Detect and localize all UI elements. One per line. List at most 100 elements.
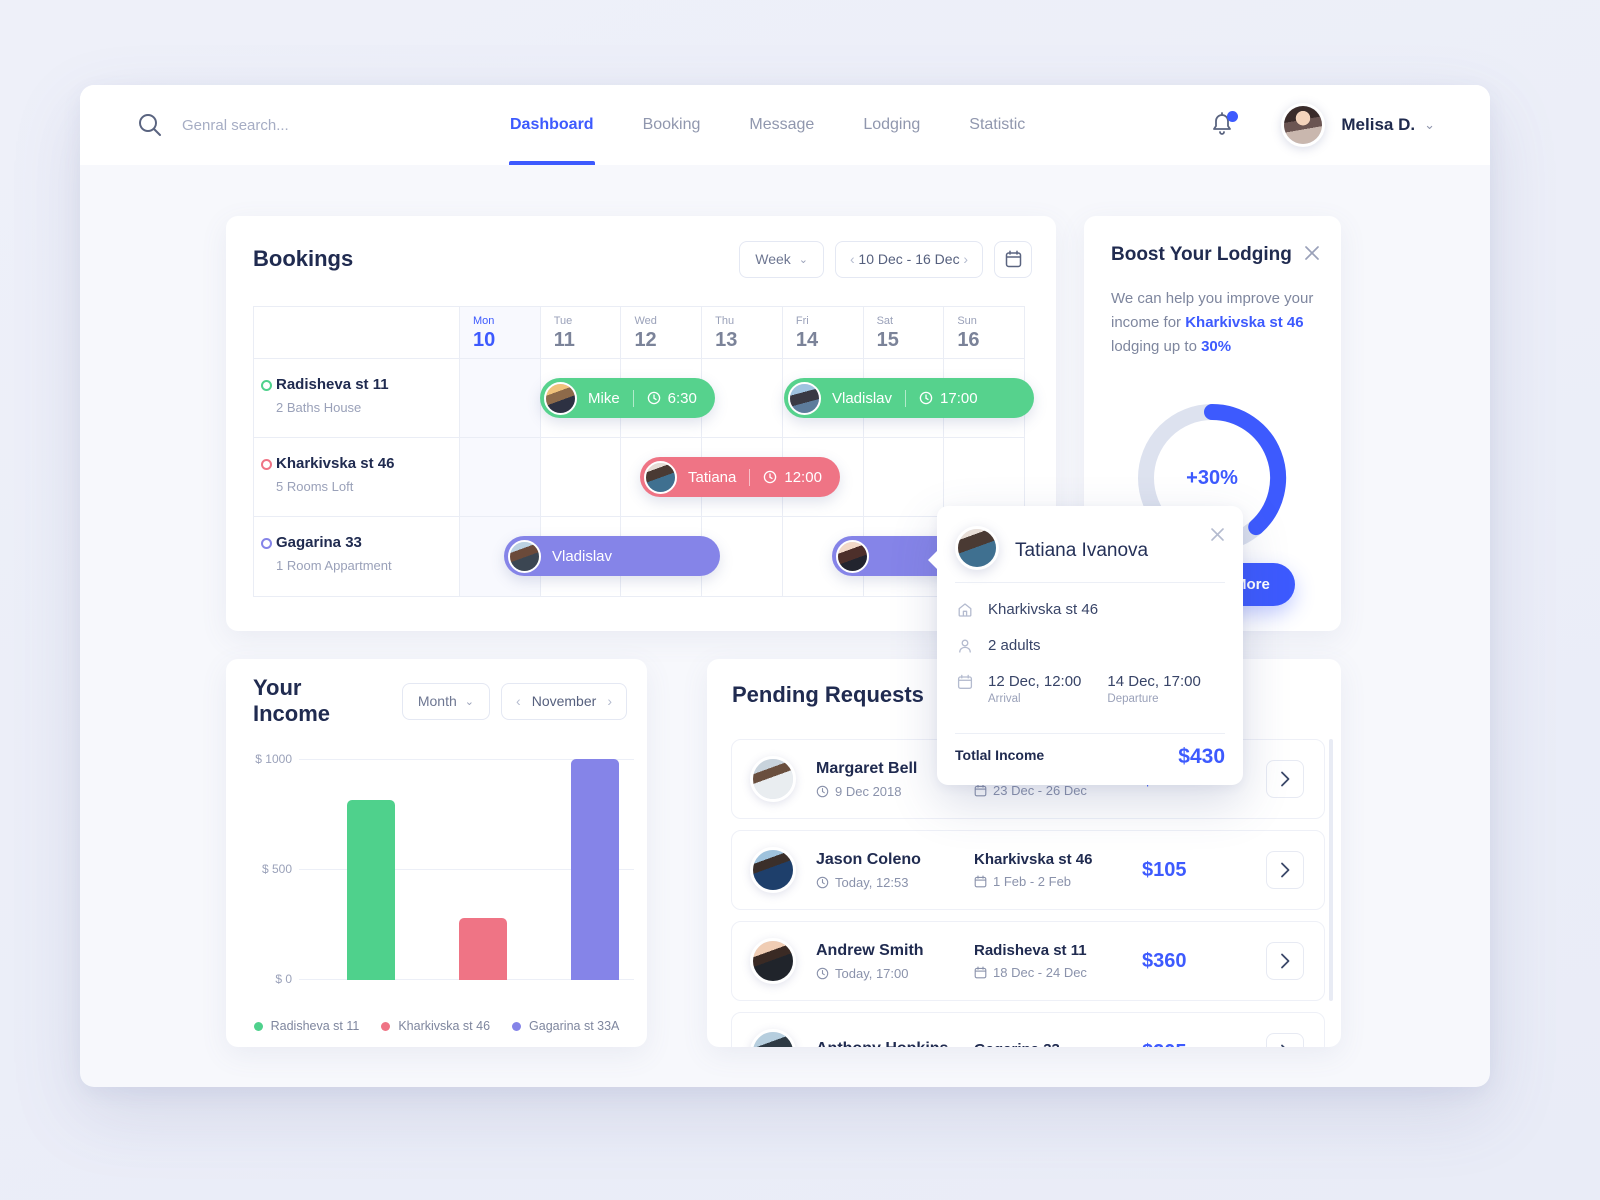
legend-item-gagarina[interactable]: Gagarina st 33A — [512, 1019, 619, 1033]
legend-item-kharkivska[interactable]: Kharkivska st 46 — [381, 1019, 490, 1033]
status-dot — [261, 538, 272, 549]
bookings-title: Bookings — [253, 246, 354, 271]
list-item[interactable]: Jason Coleno Today, 12:53 Kharkivska st … — [731, 830, 1325, 910]
calendar-day-header-sun[interactable]: Sun 16 — [943, 307, 1024, 358]
booking-event-tatiana[interactable]: Tatiana 12:00 — [640, 457, 840, 497]
calendar-corner-cell — [254, 307, 459, 358]
legend-label: Kharkivska st 46 — [398, 1019, 491, 1033]
avatar[interactable] — [1281, 103, 1326, 147]
chevron-right-icon[interactable] — [1266, 851, 1304, 889]
calendar-icon — [955, 674, 975, 690]
property-kharkivska[interactable]: Kharkivska st 46 5 Rooms Loft — [254, 438, 459, 516]
period-select-month-label: Month — [417, 693, 457, 709]
close-icon[interactable] — [1209, 526, 1226, 548]
nav-item-message[interactable]: Message — [749, 85, 814, 165]
booking-event-vladislav-1[interactable]: Vladislav 17:00 — [784, 378, 1034, 418]
legend-label: Radisheva st 11 — [270, 1019, 360, 1033]
property-radisheva[interactable]: Radisheva st 11 2 Baths House — [254, 359, 459, 437]
avatar — [750, 756, 796, 802]
period-select-week[interactable]: Week ⌄ — [739, 240, 824, 278]
calendar-dow: Sun — [957, 315, 977, 327]
request-dates-value: 1 Feb - 2 Feb — [993, 874, 1072, 889]
chevron-right-icon[interactable] — [1266, 1033, 1304, 1047]
popover-total-value: $430 — [1178, 745, 1225, 768]
clock-icon — [816, 876, 829, 889]
calendar-day-header-thu[interactable]: Thu 13 — [701, 307, 782, 358]
period-select-month[interactable]: Month ⌄ — [401, 682, 490, 720]
chevron-right-icon[interactable] — [1266, 760, 1304, 798]
popover-total-label: Totlal Income — [955, 747, 1045, 763]
chevron-down-icon[interactable]: ⌄ — [1424, 117, 1435, 133]
nav-item-booking[interactable]: Booking — [643, 85, 701, 165]
calendar-day-header-sat[interactable]: Sat 15 — [862, 307, 944, 358]
requester-name: Anthony Hopkins — [816, 1040, 974, 1047]
calendar-slot[interactable] — [459, 359, 540, 437]
search-input[interactable] — [182, 116, 432, 134]
property-subtitle: 2 Baths House — [276, 400, 362, 415]
calendar-day-header-mon[interactable]: Mon 10 — [459, 307, 540, 358]
popover-guest-name: Tatiana Ivanova — [1015, 540, 1149, 561]
calendar-day-header-tue[interactable]: Tue 11 — [539, 307, 621, 358]
guest-avatar — [544, 381, 577, 415]
calendar-button[interactable] — [994, 240, 1032, 278]
boost-description: We can help you improve your income for … — [1111, 287, 1321, 359]
calendar-slot[interactable] — [539, 438, 621, 516]
property-gagarina[interactable]: Gagarina 33 1 Room Appartment — [254, 517, 459, 596]
bar-kharkivska[interactable] — [459, 918, 507, 980]
scrollbar[interactable] — [1329, 739, 1333, 1001]
date-range-stepper[interactable]: ‹ 10 Dec - 16 Dec › — [835, 240, 983, 278]
popover-address-row: Kharkivska st 46 — [955, 601, 1098, 618]
avatar — [750, 847, 796, 893]
chevron-right-icon[interactable] — [1266, 942, 1304, 980]
request-dates: 1 Feb - 2 Feb — [974, 874, 1142, 889]
prev-month-button[interactable]: ‹ — [516, 693, 521, 709]
legend-dot — [253, 1021, 263, 1031]
legend-item-radisheva[interactable]: Radisheva st 11 — [253, 1019, 360, 1033]
main-nav: Dashboard Booking Message Lodging Statis… — [509, 85, 1025, 165]
calendar-daynum: 12 — [634, 329, 657, 351]
calendar-slot[interactable] — [862, 438, 944, 516]
booking-event-vladislav-2[interactable]: Vladislav — [504, 536, 720, 576]
calendar-icon — [974, 875, 987, 888]
calendar-slot[interactable] — [943, 438, 1024, 516]
close-icon[interactable] — [1303, 244, 1321, 267]
clock-icon — [647, 391, 661, 405]
request-price: $360 — [1142, 949, 1187, 972]
chevron-down-icon: ⌄ — [464, 695, 474, 708]
request-property: Gagarina 33 — [974, 1041, 1142, 1048]
prev-range-button[interactable]: ‹ — [850, 251, 855, 267]
search-bar[interactable] — [137, 112, 432, 138]
guest-name: Tatiana — [688, 468, 737, 486]
list-item[interactable]: Andrew Smith Today, 17:00 Radisheva st 1… — [731, 921, 1325, 1001]
request-time-value: 9 Dec 2018 — [835, 783, 902, 799]
list-item[interactable]: Anthony Hopkins Gagarina 33 $205 — [731, 1012, 1325, 1047]
request-price: $105 — [1142, 858, 1187, 881]
nav-item-statistic[interactable]: Statistic — [969, 85, 1025, 165]
event-time: 6:30 — [647, 390, 697, 407]
clock-icon — [816, 785, 829, 798]
calendar-day-header-fri[interactable]: Fri 14 — [781, 307, 863, 358]
nav-item-dashboard[interactable]: Dashboard — [509, 85, 595, 165]
bar-gagarina[interactable] — [571, 759, 619, 980]
requester-info: Anthony Hopkins — [816, 1040, 974, 1047]
notifications-button[interactable] — [1209, 111, 1239, 139]
bar-radisheva[interactable] — [347, 800, 395, 980]
popover-guests: 2 adults — [988, 637, 1041, 654]
calendar-body: Radisheva st 11 2 Baths House Mike 6:30 … — [253, 358, 1034, 597]
request-time: 9 Dec 2018 — [816, 784, 974, 799]
boost-title: Boost Your Lodging — [1111, 244, 1292, 265]
home-icon — [955, 602, 975, 618]
guest-avatar — [644, 460, 677, 494]
nav-item-lodging[interactable]: Lodging — [863, 85, 920, 165]
next-month-button[interactable]: › — [607, 693, 612, 709]
calendar-slot[interactable] — [459, 438, 540, 516]
calendar-day-header-wed[interactable]: Wed 12 — [620, 307, 701, 358]
popover-departure: 14 Dec, 17:00 Departure — [1107, 673, 1200, 705]
next-range-button[interactable]: › — [963, 251, 968, 267]
month-stepper[interactable]: ‹ November › — [501, 682, 627, 720]
clock-icon — [919, 391, 933, 405]
guest-name: Vladislav — [832, 389, 893, 407]
income-title: Your Income — [253, 675, 331, 726]
calendar-dow: Fri — [795, 315, 809, 327]
booking-event-mike[interactable]: Mike 6:30 — [540, 378, 715, 418]
